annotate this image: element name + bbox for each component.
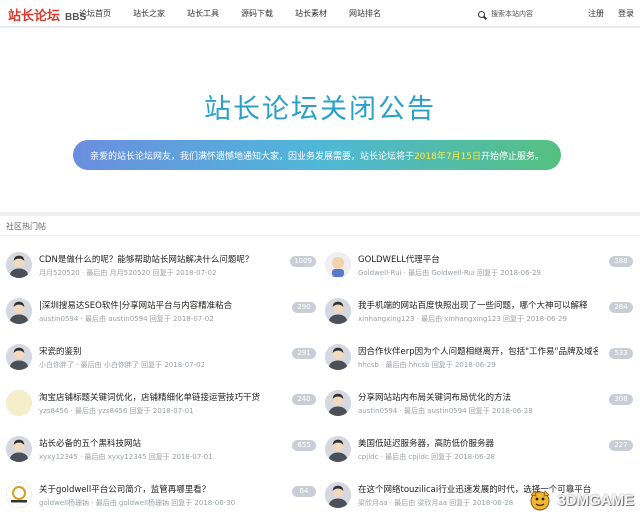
post-title[interactable]: CDN是做什么的呢？能够帮助站长网站解决什么问题呢？ [39,253,279,265]
reply-count-badge: 388 [609,256,633,267]
avatar[interactable] [6,390,32,416]
site-watermark: 3DMGAME [526,489,634,511]
avatar[interactable] [325,436,351,462]
search-box[interactable]: 搜索本站内容 [478,8,533,20]
avatar[interactable] [6,436,32,462]
post-meta: Goldwell-Rui · 最后由 Goldwell-Rui 回复于 2018… [358,269,541,277]
reply-count-badge: 291 [292,348,316,359]
avatar[interactable] [6,252,32,278]
avatar[interactable] [325,252,351,278]
post-item[interactable]: 因合作伙伴erp因为个人问题相继离开，包括"工作易"品牌及域名 hhcsb · 最… [325,336,640,382]
post-title[interactable]: 因合作伙伴erp因为个人问题相继离开，包括"工作易"品牌及域名 [358,345,598,357]
posts-column-right: GOLDWELL代理平台 Goldwell-Rui · 最后由 Goldwell-… [325,244,640,515]
hot-posts-panel: 社区热门帖 CDN是做什么的呢？能够帮助站长网站解决什么问题呢？ 月月520520… [0,216,640,515]
post-title[interactable]: 分享网站站内布局关键词布局优化的方法 [358,391,598,403]
post-item[interactable]: CDN是做什么的呢？能够帮助站长网站解决什么问题呢？ 月月520520 · 最后由… [6,244,322,290]
avatar[interactable] [6,482,32,508]
post-meta: xyxy12345 · 最后由 xyxy12345 回复于 2018-07-01 [39,453,213,461]
main-nav: 论坛首页 站长之家 站长工具 源码下载 站长素材 网站排名 [79,0,403,27]
post-meta: austin0594 · 最后由 austin0594 回复于 2018-06-… [358,407,533,415]
search-icon[interactable] [478,10,485,18]
closure-banner: 站长论坛关闭公告 亲爱的站长论坛网友，我们满怀遗憾地通知大家，因业务发展需要，站… [0,28,640,212]
avatar[interactable] [325,390,351,416]
avatar[interactable] [325,344,351,370]
post-title[interactable]: 我手机端的网站百度快照出现了一些问题，哪个大神可以解释 [358,299,598,311]
notice-text-after: 开始停止服务。 [481,151,545,162]
post-item[interactable]: 关于goldwell平台公司简介，监管再哪里看？ goldwell杨珊钠 · 最后… [6,474,322,515]
nav-forum-home[interactable]: 论坛首页 [79,8,111,19]
reply-count-badge: 227 [609,440,633,451]
post-title[interactable]: 淘宝店铺标题关键词优化，店铺精细化单链接运营技巧干货 [39,391,279,403]
post-item[interactable]: 美国低延迟服务器，高防低价服务器 cpjidc · 最后由 cpjidc 回复于 … [325,428,640,474]
mascot-icon [530,490,551,511]
post-item[interactable]: GOLDWELL代理平台 Goldwell-Rui · 最后由 Goldwell-… [325,244,640,290]
nav-chinaz[interactable]: 站长之家 [133,8,165,19]
auth-links: 注册 登录 [574,0,634,27]
reply-count-badge: 290 [292,302,316,313]
reply-count-badge: 64 [292,486,316,497]
search-placeholder[interactable]: 搜索本站内容 [491,9,533,19]
nav-tools[interactable]: 站长工具 [187,8,219,19]
reply-count-badge: 533 [609,348,633,359]
nav-site-ranking[interactable]: 网站排名 [349,8,381,19]
register-link[interactable]: 注册 [588,8,604,19]
post-item[interactable]: 宋瓷的鉴别小白你胖了 · 最后由 小白你胖了 回复于 2018-07-02 291 [6,336,322,382]
closure-notice: 亲爱的站长论坛网友，我们满怀遗憾地通知大家，因业务发展需要，站长论坛将于 2018… [73,140,561,170]
reply-count-badge: 655 [292,440,316,451]
post-item[interactable]: 淘宝店铺标题关键词优化，店铺精细化单链接运营技巧干货 yzs8456 · 最后由 … [6,382,322,428]
reply-count-badge: 308 [609,394,633,405]
reply-count-badge: 284 [609,302,633,313]
notice-date: 2018年7月15日 [413,151,482,162]
avatar[interactable] [6,344,32,370]
login-link[interactable]: 登录 [618,8,634,19]
notice-text-before: 亲爱的站长论坛网友，我们满怀遗憾地通知大家，因业务发展需要，站长论坛将于 [89,151,414,162]
avatar[interactable] [325,482,351,508]
page-title: 站长论坛关闭公告 [204,94,436,125]
post-title[interactable]: 关于goldwell平台公司简介，监管再哪里看？ [39,483,279,495]
site-logo[interactable]: 站长论坛 BBS [8,5,86,24]
logo-chinese: 站长论坛 [8,9,61,24]
nav-materials[interactable]: 站长素材 [295,8,327,19]
post-title[interactable]: 宋瓷的鉴别 [39,345,279,357]
post-item[interactable]: |深圳搜易达SEO软件|分享网站平台与内容精准粘合 austin0594 · 最后… [6,290,322,336]
divider [0,235,640,236]
post-title[interactable]: GOLDWELL代理平台 [358,253,598,265]
post-meta: goldwell杨珊钠 · 最后由 goldwell杨珊钠 回复于 2018-0… [39,499,236,507]
post-item[interactable]: 分享网站站内布局关键词布局优化的方法 austin0594 · 最后由 austi… [325,382,640,428]
reply-count-badge: 240 [292,394,316,405]
post-meta: 月月520520 · 最后由 月月520520 回复于 2018-07-02 [39,269,217,277]
post-meta: yzs8456 · 最后由 yzs8456 回复于 2018-07-01 [39,407,194,415]
watermark-text: 3DMGAME [557,491,634,509]
posts-column-left: CDN是做什么的呢？能够帮助站长网站解决什么问题呢？ 月月520520 · 最后由… [6,244,322,515]
avatar[interactable] [6,298,32,324]
post-item[interactable]: 我手机端的网站百度快照出现了一些问题，哪个大神可以解释 xinhangxing12… [325,290,640,336]
top-header: 站长论坛 BBS 论坛首页 站长之家 站长工具 源码下载 站长素材 网站排名 搜… [0,0,640,27]
post-meta: hhcsb · 最后由 hhcsb 回复于 2018-06-29 [358,361,496,369]
nav-source-download[interactable]: 源码下载 [241,8,273,19]
post-title[interactable]: 站长必备的五个黑科技网站 [39,437,279,449]
post-meta: austin0594 · 最后由 austin0594 回复于 2018-07-… [39,315,214,323]
post-title[interactable]: 美国低延迟服务器，高防低价服务器 [358,437,598,449]
post-meta: cpjidc · 最后由 cpjidc 回复于 2018-06-28 [358,453,495,461]
post-meta: 小白你胖了 · 最后由 小白你胖了 回复于 2018-07-02 [39,361,206,369]
avatar[interactable] [325,298,351,324]
post-meta: xinhangxing123 · 最后由 xinhangxing123 回复于 … [358,315,567,323]
post-title[interactable]: |深圳搜易达SEO软件|分享网站平台与内容精准粘合 [39,299,279,311]
post-item[interactable]: 站长必备的五个黑科技网站 xyxy12345 · 最后由 xyxy12345 回复… [6,428,322,474]
reply-count-badge: 1009 [290,256,316,267]
section-title: 社区热门帖 [6,222,46,231]
